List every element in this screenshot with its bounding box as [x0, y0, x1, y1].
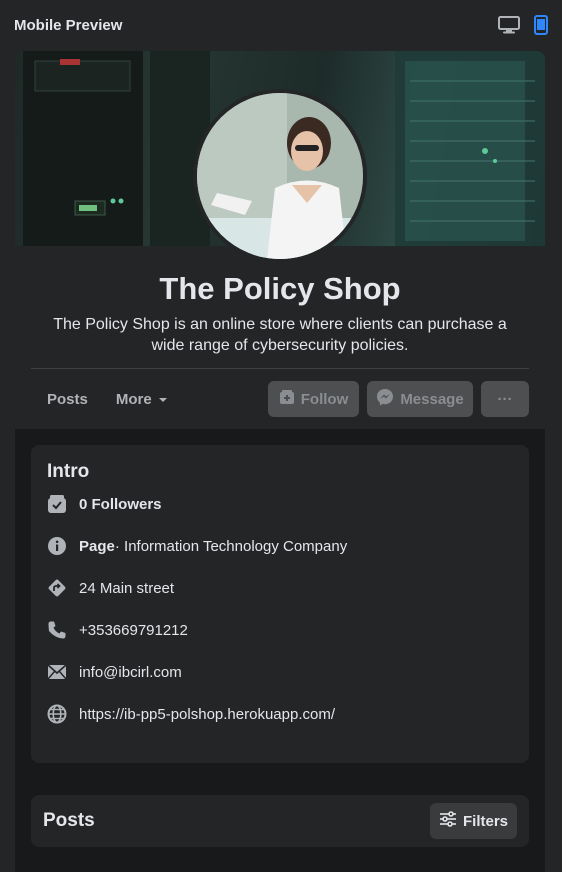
message-button[interactable]: Message	[367, 381, 473, 417]
preview-topbar: Mobile Preview	[0, 0, 562, 50]
followers-row: 0 Followers	[47, 483, 513, 525]
tab-posts[interactable]: Posts	[33, 383, 102, 416]
profile-header: The Policy Shop The Policy Shop is an on…	[15, 51, 545, 429]
mobile-icon[interactable]	[534, 15, 548, 35]
category-row: Page · Information Technology Company	[47, 525, 513, 567]
website-link[interactable]: https://ib-pp5-polshop.herokuapp.com/	[79, 706, 335, 723]
follow-button[interactable]: Follow	[268, 381, 359, 417]
directions-icon	[47, 578, 79, 598]
preview-title: Mobile Preview	[14, 16, 123, 34]
more-options-button[interactable]: ···	[481, 381, 529, 417]
caret-down-icon	[158, 391, 168, 408]
followers-count: 0	[79, 495, 88, 513]
posts-title: Posts	[43, 810, 95, 831]
followers-label: Followers	[91, 495, 162, 513]
category-text: · Information Technology Company	[114, 537, 348, 555]
email-row: info@ibcirl.com	[47, 651, 513, 693]
desktop-icon[interactable]	[498, 16, 520, 34]
phone-icon	[47, 620, 79, 640]
website-row: https://ib-pp5-polshop.herokuapp.com/	[47, 693, 513, 735]
globe-icon	[47, 704, 79, 724]
email-icon	[47, 664, 79, 680]
mobile-frame: The Policy Shop The Policy Shop is an on…	[15, 51, 545, 872]
phone-row: +353669791212	[47, 609, 513, 651]
tab-more[interactable]: More	[102, 383, 182, 416]
tab-posts-label: Posts	[47, 390, 88, 408]
tab-more-label: More	[115, 390, 152, 408]
intro-title: Intro	[47, 461, 90, 482]
filters-icon	[439, 811, 457, 831]
intro-card: Intro 0 Followers Page · Information Tec…	[31, 445, 529, 763]
followers-icon	[47, 494, 79, 514]
filters-button[interactable]: Filters	[430, 803, 517, 839]
messenger-icon	[376, 388, 394, 410]
message-label: Message	[400, 390, 464, 408]
email-text[interactable]: info@ibcirl.com	[79, 664, 182, 681]
address-row: 24 Main street	[47, 567, 513, 609]
page-label: Page	[79, 537, 115, 555]
follow-label: Follow	[300, 390, 349, 408]
device-switcher	[498, 15, 548, 35]
follow-icon	[279, 389, 295, 409]
page-description: The Policy Shop is an online store where…	[53, 316, 507, 354]
info-icon	[47, 536, 79, 556]
address-text: 24 Main street	[79, 579, 175, 597]
phone-text: +353669791212	[79, 621, 188, 639]
profile-actions: Posts More Follow Message ···	[15, 369, 545, 429]
ellipsis-icon: ···	[497, 390, 513, 408]
posts-card: Posts Filters	[31, 795, 529, 847]
filters-label: Filters	[462, 812, 508, 830]
profile-avatar[interactable]	[193, 89, 367, 263]
